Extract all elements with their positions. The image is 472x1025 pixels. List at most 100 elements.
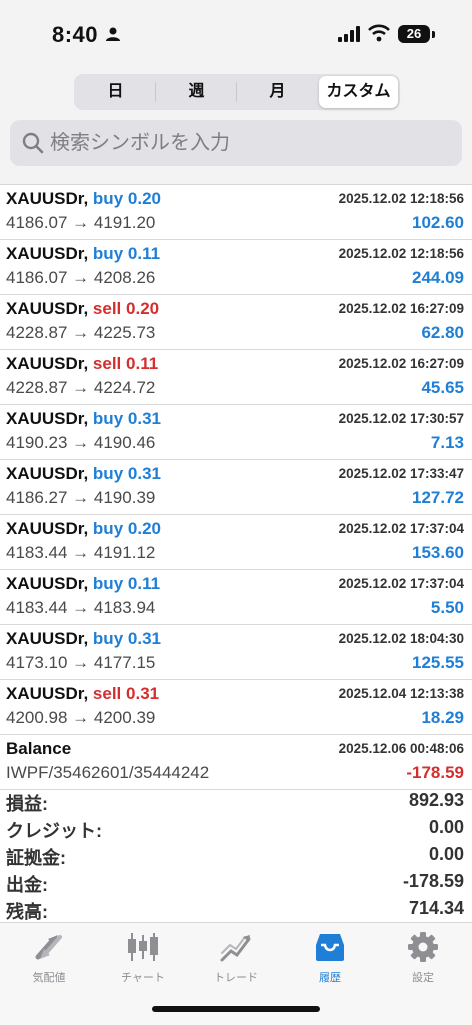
summary-label: 出金: [6,875,48,895]
balance-amount: -178.59 [406,763,464,782]
trade-datetime: 2025.12.02 17:37:04 [338,576,464,591]
trade-volume: 0.11 [126,354,159,373]
trade-row[interactable]: XAUUSDr, buy 0.31 4190.23 → 4190.46 2025.1… [0,405,472,460]
candlestick-icon [128,933,158,961]
trade-datetime: 2025.12.02 17:37:04 [338,521,464,536]
trade-prices: 4200.98 → 4200.39 [6,708,156,727]
trade-row[interactable]: XAUUSDr, buy 0.31 4186.27 → 4190.39 2025.1… [0,460,472,515]
trade-prices: 4186.27 → 4190.39 [6,488,156,507]
tab-quotes[interactable]: 気配値 [2,931,96,985]
tab-custom[interactable]: カスタム [319,76,398,108]
trade-datetime: 2025.12.02 17:33:47 [338,466,464,481]
trade-datetime: 2025.12.02 12:18:56 [338,191,464,206]
trade-row[interactable]: XAUUSDr, buy 0.20 4183.44 → 4191.12 2025.1… [0,515,472,570]
trade-side: buy [92,244,124,263]
trade-symbol-line: XAUUSDr, buy 0.11 [6,244,160,264]
trade-profit: 7.13 [430,433,464,452]
trade-symbol: XAUUSDr, [6,354,89,373]
tab-trade[interactable]: トレード [189,931,283,985]
balance-datetime: 2025.12.06 00:48:06 [338,741,464,756]
trade-symbol-line: XAUUSDr, buy 0.11 [6,574,160,594]
trade-row[interactable]: XAUUSDr, buy 0.20 4186.07 → 4191.20 2025.1… [0,185,472,240]
clock: 8:40 [52,22,99,47]
trade-symbol-line: XAUUSDr, buy 0.20 [6,189,161,209]
trade-prices: 4186.07 → 4191.20 [6,213,156,232]
trade-profit: 244.09 [412,268,464,287]
trade-symbol: XAUUSDr, [6,299,89,318]
trade-symbol-line: XAUUSDr, buy 0.31 [6,464,161,484]
trade-datetime: 2025.12.02 12:18:56 [338,246,464,261]
trade-history-list: XAUUSDr, buy 0.20 4186.07 → 4191.20 2025.1… [0,185,472,790]
tab-settings[interactable]: 設定 [376,931,470,985]
trade-symbol: XAUUSDr, [6,409,89,428]
cellular-signal-icon [338,26,360,42]
trade-volume: 0.31 [127,409,161,428]
trade-profit: 5.50 [430,598,464,617]
trade-side: buy [92,189,124,208]
trade-side: buy [92,574,124,593]
trade-profit: 45.65 [421,378,464,397]
summary-row: 残高: 714.34 [0,896,472,923]
trade-volume: 0.11 [127,574,161,593]
tab-label: チャート [121,972,165,984]
trade-row[interactable]: XAUUSDr, sell 0.11 4228.87 → 4224.72 2025.… [0,350,472,405]
tab-chart[interactable]: チャート [96,931,190,985]
trade-profit: 127.72 [412,488,464,507]
summary-value: -178.59 [402,871,464,891]
summary-row: 損益: 892.93 [0,788,472,815]
trade-prices: 4183.44 → 4191.12 [6,543,156,562]
trade-side: buy [92,519,124,538]
trade-profit: 153.60 [412,543,464,562]
trade-volume: 0.31 [126,684,160,703]
trade-side: buy [92,629,124,648]
trade-symbol: XAUUSDr, [6,574,89,593]
trade-symbol-line: XAUUSDr, buy 0.20 [6,519,161,539]
summary-label: 損益: [6,794,48,814]
trade-row[interactable]: XAUUSDr, buy 0.31 4173.10 → 4177.15 2025.1… [0,625,472,680]
trade-row[interactable]: XAUUSDr, buy 0.11 4183.44 → 4183.94 2025.1… [0,570,472,625]
trade-side: sell [92,299,122,318]
trade-volume: 0.20 [127,189,161,208]
wifi-icon [368,24,390,42]
trade-row[interactable]: XAUUSDr, sell 0.31 4200.98 → 4200.39 2025.… [0,680,472,735]
trade-prices: 4190.23 → 4190.46 [6,433,156,452]
tab-label: 設定 [412,972,434,984]
trade-row[interactable]: XAUUSDr, buy 0.11 4186.07 → 4208.26 2025.1… [0,240,472,295]
trade-volume: 0.31 [127,464,161,483]
battery-tip [432,31,435,38]
trade-prices: 4173.10 → 4177.15 [6,653,156,672]
status-bar: 8:40 26 [0,0,472,64]
battery-icon: 26 [398,25,430,43]
trade-side: buy [92,464,124,483]
divider [236,82,237,102]
tab-day[interactable]: 日 [76,76,155,108]
trade-datetime: 2025.12.02 17:30:57 [338,411,464,426]
trade-prices: 4183.44 → 4183.94 [6,598,156,617]
trade-symbol: XAUUSDr, [6,189,89,208]
trade-row[interactable]: XAUUSDr, sell 0.20 4228.87 → 4225.73 2025.… [0,295,472,350]
summary-value: 0.00 [428,844,464,864]
trade-side: sell [92,354,122,373]
trade-prices: 4186.07 → 4208.26 [6,268,156,287]
trade-icon [220,935,251,962]
trade-profit: 18.29 [421,708,464,727]
summary-label: 残高: [6,902,48,922]
search-input[interactable]: 検索シンボルを入力 [10,120,462,166]
trade-profit: 62.80 [421,323,464,342]
trade-prices: 4228.87 → 4224.72 [6,378,156,397]
trade-symbol-line: XAUUSDr, sell 0.31 [6,684,159,704]
trade-side: buy [92,409,124,428]
tab-month[interactable]: 月 [238,76,317,108]
trade-symbol: XAUUSDr, [6,519,89,538]
history-header: 日 週 月 カスタム 検索シンボルを入力 [0,64,472,185]
trade-volume: 0.20 [127,519,161,538]
tab-week[interactable]: 週 [157,76,236,108]
tab-history[interactable]: 履歴 [283,931,377,985]
tab-label: トレード [214,972,258,984]
tab-label: 履歴 [319,972,341,984]
home-indicator[interactable] [152,1006,320,1012]
balance-row[interactable]: Balance IWPF/35462601/35444242 2025.12.06 … [0,735,472,790]
trade-symbol-line: XAUUSDr, buy 0.31 [6,629,161,649]
trade-volume: 0.20 [126,299,160,318]
person-icon [106,27,120,41]
